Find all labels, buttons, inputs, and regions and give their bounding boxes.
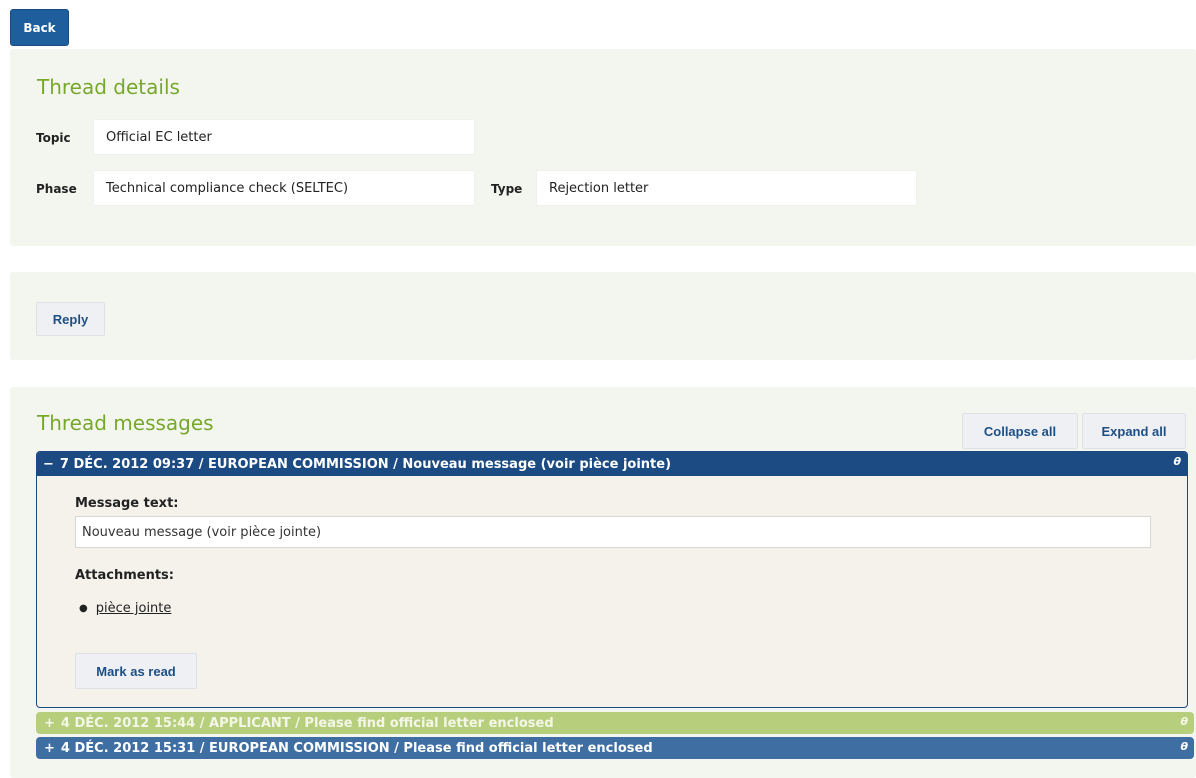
collapse-all-button[interactable]: Collapse all bbox=[962, 413, 1078, 449]
phase-label: Phase bbox=[36, 182, 77, 196]
collapse-toggle-icon[interactable]: − bbox=[43, 457, 54, 472]
attachments-label: Attachments: bbox=[75, 568, 174, 583]
thread-messages-title: Thread messages bbox=[37, 411, 214, 435]
message-header-text: 4 DÉC. 2012 15:31 / EUROPEAN COMMISSION … bbox=[60, 740, 653, 756]
lock-icon: θ bbox=[1180, 715, 1188, 728]
attachment-link[interactable]: pièce jointe bbox=[96, 601, 172, 616]
type-label: Type bbox=[491, 182, 523, 196]
bullet-icon: ● bbox=[79, 603, 88, 614]
message-item-commission[interactable]: + 4 DÉC. 2012 15:31 / EUROPEAN COMMISSIO… bbox=[36, 737, 1194, 759]
message-header[interactable]: − 7 DÉC. 2012 09:37 / EUROPEAN COMMISSIO… bbox=[37, 452, 1187, 476]
back-button[interactable]: Back bbox=[10, 9, 69, 46]
expand-toggle-icon[interactable]: + bbox=[44, 741, 55, 756]
message-item-applicant[interactable]: + 4 DÉC. 2012 15:44 / APPLICANT / Please… bbox=[36, 712, 1194, 734]
thread-details-title: Thread details bbox=[37, 75, 180, 99]
message-item-expanded: − 7 DÉC. 2012 09:37 / EUROPEAN COMMISSIO… bbox=[36, 451, 1188, 708]
lock-icon: θ bbox=[1180, 740, 1188, 753]
lock-icon: θ bbox=[1173, 455, 1181, 468]
message-text-label: Message text: bbox=[75, 496, 179, 511]
thread-details-panel: Thread details Topic Official EC letter … bbox=[10, 49, 1196, 246]
type-field: Rejection letter bbox=[536, 170, 917, 206]
phase-field: Technical compliance check (SELTEC) bbox=[93, 170, 475, 206]
reply-panel: Reply bbox=[10, 272, 1196, 360]
reply-button[interactable]: Reply bbox=[36, 302, 105, 336]
message-header-text: 4 DÉC. 2012 15:44 / APPLICANT / Please f… bbox=[60, 715, 554, 731]
mark-as-read-button[interactable]: Mark as read bbox=[75, 653, 197, 689]
topic-field: Official EC letter bbox=[93, 119, 475, 155]
message-text-field: Nouveau message (voir pièce jointe) bbox=[75, 516, 1151, 548]
topic-label: Topic bbox=[36, 131, 71, 145]
expand-toggle-icon[interactable]: + bbox=[44, 716, 55, 731]
expand-all-button[interactable]: Expand all bbox=[1082, 413, 1186, 449]
message-header-text: 7 DÉC. 2012 09:37 / EUROPEAN COMMISSION … bbox=[59, 456, 672, 472]
attachment-list: ● pièce jointe bbox=[79, 601, 171, 616]
